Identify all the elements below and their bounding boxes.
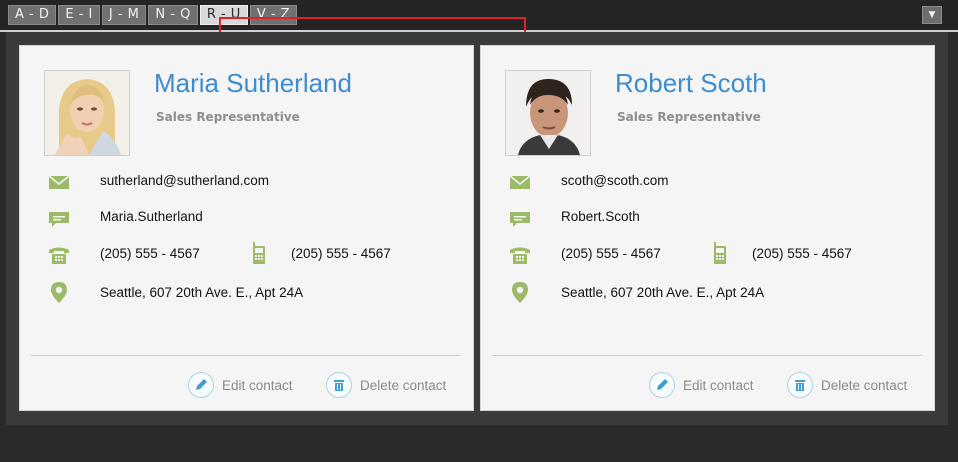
messenger-id: Robert.Scoth <box>561 209 640 224</box>
pencil-icon <box>188 372 214 398</box>
tab-r-u[interactable]: R - U <box>199 5 248 25</box>
contacts-panel: Maria Sutherland Sales Representative su… <box>6 32 948 425</box>
tab-v-z[interactable]: V - Z <box>249 5 298 25</box>
email-icon <box>509 175 531 189</box>
card-divider <box>31 355 461 356</box>
tab-e-i[interactable]: E - I <box>58 5 100 25</box>
contact-name: Maria Sutherland <box>154 68 352 98</box>
dropdown-menu-button[interactable]: ▼ <box>922 6 942 24</box>
mobile-number[interactable]: (205) 555 - 4567 <box>752 246 852 261</box>
contact-name: Robert Scoth <box>615 68 767 98</box>
phone-icon <box>510 247 530 264</box>
location-pin-icon <box>51 282 67 303</box>
messenger-id: Maria.Sutherland <box>100 209 203 224</box>
trash-icon <box>326 372 352 398</box>
phone-number[interactable]: (205) 555 - 4567 <box>100 246 200 261</box>
address: Seattle, 607 20th Ave. E., Apt 24A <box>561 285 765 300</box>
chevron-down-icon: ▼ <box>928 10 936 20</box>
mobile-number[interactable]: (205) 555 - 4567 <box>291 246 391 261</box>
contact-title: Sales Representative <box>617 110 761 124</box>
mobile-icon <box>253 242 265 264</box>
edit-contact-label: Edit contact <box>222 377 293 393</box>
tab-strip: A - D E - I J - M N - Q R - U V - Z <box>8 5 298 25</box>
edit-contact-button[interactable]: Edit contact <box>188 370 293 400</box>
contact-card: Robert Scoth Sales Representative scoth@… <box>480 45 935 411</box>
contact-title: Sales Representative <box>156 110 300 124</box>
edit-contact-label: Edit contact <box>683 377 754 393</box>
tab-j-m[interactable]: J - M <box>101 5 147 25</box>
edit-contact-button[interactable]: Edit contact <box>649 370 754 400</box>
trash-icon <box>787 372 813 398</box>
delete-contact-button[interactable]: Delete contact <box>326 370 446 400</box>
contact-photo <box>505 70 591 156</box>
mobile-icon <box>714 242 726 264</box>
delete-contact-button[interactable]: Delete contact <box>787 370 907 400</box>
location-pin-icon <box>512 282 528 303</box>
phone-icon <box>49 247 69 264</box>
email-link[interactable]: scoth@scoth.com <box>561 173 669 188</box>
email-icon <box>48 175 70 189</box>
tab-n-q[interactable]: N - Q <box>148 5 198 25</box>
card-divider <box>492 355 922 356</box>
email-link[interactable]: sutherland@sutherland.com <box>100 173 269 188</box>
delete-contact-label: Delete contact <box>360 377 447 393</box>
chat-icon <box>49 212 69 227</box>
tab-a-d[interactable]: A - D <box>8 5 57 25</box>
pencil-icon <box>649 372 675 398</box>
delete-contact-label: Delete contact <box>821 377 908 393</box>
alphabet-tab-bar: A - D E - I J - M N - Q R - U V - Z ▼ <box>0 0 958 31</box>
chat-icon <box>510 212 530 227</box>
contact-card: Maria Sutherland Sales Representative su… <box>19 45 474 411</box>
address: Seattle, 607 20th Ave. E., Apt 24A <box>100 285 304 300</box>
phone-number[interactable]: (205) 555 - 4567 <box>561 246 661 261</box>
contact-photo <box>44 70 130 156</box>
